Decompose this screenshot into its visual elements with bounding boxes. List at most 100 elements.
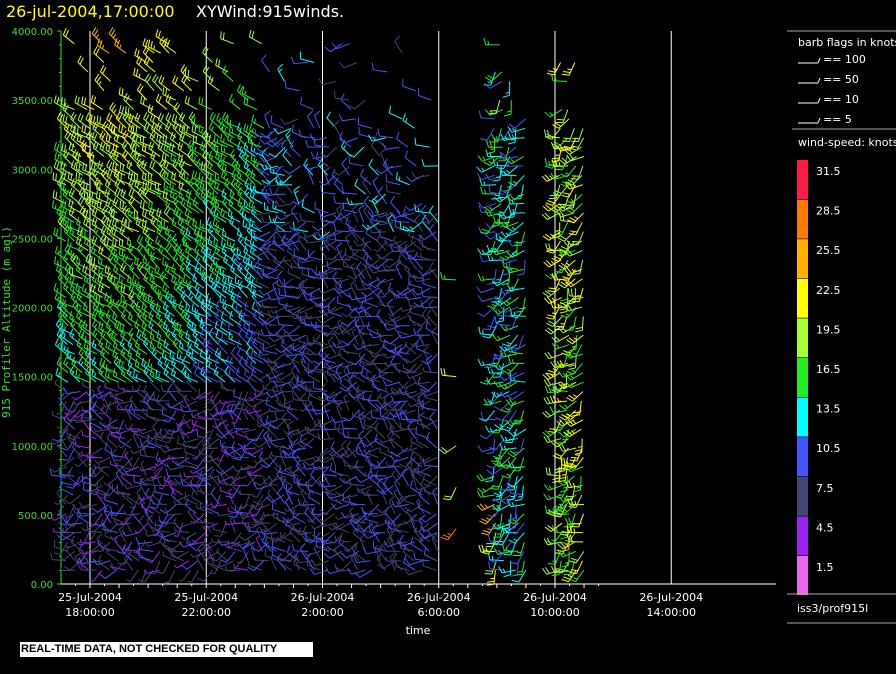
barb-flag-10 bbox=[132, 275, 135, 283]
barb-flag-5 bbox=[202, 444, 205, 450]
barb-shaft bbox=[118, 428, 132, 435]
barb-flag-10 bbox=[139, 236, 144, 244]
barb-flag-10 bbox=[234, 275, 237, 283]
barb-flag-10 bbox=[96, 76, 102, 83]
barb-flag-10 bbox=[251, 31, 255, 39]
barb-flag-10 bbox=[130, 124, 134, 133]
barb-flag-5 bbox=[56, 287, 59, 292]
barb-flag-10 bbox=[61, 143, 64, 151]
barb-shaft bbox=[98, 344, 110, 355]
barb-flag-10 bbox=[158, 75, 163, 83]
barb-flag-10 bbox=[187, 97, 190, 105]
barb-flag-10 bbox=[96, 181, 98, 190]
barb-shaft bbox=[258, 221, 272, 230]
barb-shaft bbox=[110, 464, 125, 468]
barb-flag-10 bbox=[134, 256, 137, 264]
wind-barb bbox=[127, 243, 139, 261]
wind-barb bbox=[93, 464, 110, 469]
barb-flag-10 bbox=[105, 340, 108, 348]
barb-flag-5 bbox=[178, 326, 181, 331]
wind-barb bbox=[126, 569, 139, 582]
wind-barb bbox=[94, 456, 111, 464]
barb-flag-5 bbox=[107, 373, 110, 378]
wind-barb bbox=[147, 104, 161, 120]
barb-flag-10 bbox=[191, 303, 194, 311]
wind-barb bbox=[59, 456, 75, 467]
barb-shaft bbox=[63, 34, 75, 45]
wind-barb bbox=[89, 569, 103, 582]
wind-barb bbox=[64, 262, 76, 280]
barb-flag-5 bbox=[208, 297, 211, 302]
barb-flag-5 bbox=[255, 277, 258, 282]
barb-flag-10 bbox=[249, 236, 253, 244]
barb-flag-10 bbox=[120, 293, 123, 302]
barb-shaft bbox=[232, 400, 242, 413]
barb-flag-5 bbox=[165, 371, 169, 376]
barb-flag-10 bbox=[211, 114, 216, 122]
barb-flag-5 bbox=[244, 213, 247, 219]
barb-shaft bbox=[104, 499, 119, 505]
barb-flag-5 bbox=[171, 185, 174, 190]
barb-shaft bbox=[171, 381, 182, 392]
barb-flag-10 bbox=[99, 182, 101, 191]
barb-shaft bbox=[129, 268, 140, 280]
barb-shaft bbox=[255, 353, 270, 357]
barb-shaft bbox=[164, 249, 175, 261]
barb-shaft bbox=[93, 513, 103, 526]
barb-flag-5 bbox=[163, 475, 166, 481]
barb-flag-10 bbox=[121, 239, 124, 247]
barb-flag-10 bbox=[130, 402, 134, 411]
barb-flag-5 bbox=[181, 344, 184, 349]
barb-flag-5 bbox=[151, 490, 155, 495]
barb-flag-5 bbox=[134, 530, 139, 534]
x-tick-date: 25-Jul-2004 bbox=[58, 591, 122, 604]
barb-flag-10 bbox=[110, 125, 113, 133]
wind-barb bbox=[210, 487, 220, 505]
barb-flag-10 bbox=[135, 68, 139, 77]
barb-shaft bbox=[104, 569, 117, 579]
barb-shaft bbox=[119, 207, 134, 214]
barb-flag-5 bbox=[222, 270, 225, 275]
barb-shaft bbox=[186, 381, 198, 392]
barb-flag-5 bbox=[105, 364, 108, 369]
barb-flag-10 bbox=[76, 255, 79, 264]
barb-flag-5 bbox=[245, 259, 248, 264]
barb-flag-5 bbox=[196, 249, 200, 254]
barb-flag-10 bbox=[76, 303, 79, 311]
barb-flag-10 bbox=[140, 95, 143, 104]
barb-flag-5 bbox=[251, 127, 254, 132]
barb-flag-10 bbox=[220, 31, 222, 39]
barb-flag-10 bbox=[73, 161, 77, 170]
barb-flag-10 bbox=[136, 173, 139, 181]
barb-flag-10 bbox=[236, 246, 239, 255]
barb-flag-10 bbox=[175, 104, 181, 112]
barb-flag-10 bbox=[106, 112, 111, 120]
wind-barb bbox=[219, 439, 236, 449]
barb-shaft bbox=[53, 466, 68, 473]
wind-barb bbox=[248, 199, 262, 214]
wind-barb bbox=[154, 456, 170, 467]
barb-flag-10 bbox=[151, 201, 153, 210]
barb-shaft bbox=[127, 552, 140, 562]
barb-shaft bbox=[169, 466, 184, 471]
barb-flag-5 bbox=[74, 463, 79, 467]
barb-flag-10 bbox=[149, 340, 153, 348]
barb-flag-5 bbox=[157, 240, 160, 245]
barb-flag-10 bbox=[98, 191, 101, 200]
barb-shaft bbox=[237, 286, 248, 298]
barb-shaft bbox=[183, 428, 198, 436]
barb-flag-5 bbox=[107, 344, 110, 349]
wind-barb bbox=[114, 393, 125, 411]
barb-shaft bbox=[137, 193, 148, 204]
wind-barb bbox=[231, 441, 243, 458]
barb-flag-5 bbox=[232, 182, 236, 187]
wind-barb bbox=[184, 453, 199, 468]
barb-flag-10 bbox=[243, 123, 246, 131]
barb-flag-5 bbox=[216, 547, 219, 552]
barb-flag-5 bbox=[216, 212, 219, 217]
barb-flag-10 bbox=[65, 29, 69, 38]
barb-flag-5 bbox=[141, 407, 145, 413]
wind-barb bbox=[218, 560, 234, 568]
barb-flag-10 bbox=[191, 170, 195, 178]
barb-flag-5 bbox=[86, 453, 89, 459]
